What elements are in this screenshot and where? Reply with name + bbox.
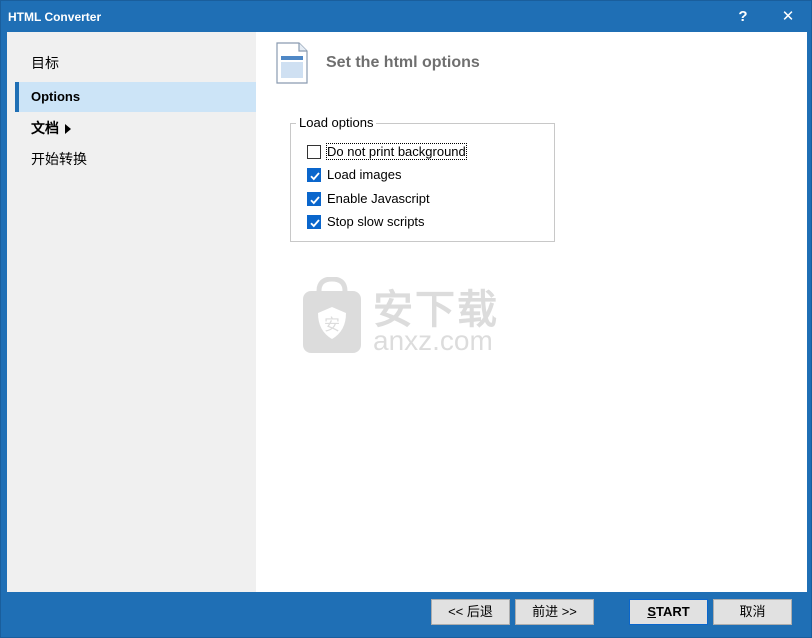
footer-bar: << 后退 前进 >> START 取消	[7, 592, 807, 633]
next-button[interactable]: 前进 >>	[515, 599, 594, 625]
title-bar: HTML Converter ? ✕	[1, 1, 811, 32]
sidebar-item-document[interactable]: 文档	[15, 113, 256, 143]
checkbox-checked-icon[interactable]	[307, 167, 321, 182]
document-page-icon	[276, 42, 308, 84]
sidebar-item-options[interactable]: Options	[15, 82, 256, 112]
cancel-button[interactable]: 取消	[713, 599, 792, 625]
sidebar-item-start-conversion[interactable]: 开始转换	[15, 144, 256, 174]
watermark: 安 安下载 anxz.com	[299, 276, 519, 357]
page-title: Set the html options	[326, 54, 480, 71]
sidebar-item-label: 文档	[31, 120, 59, 136]
chevron-right-icon	[65, 124, 71, 135]
checkbox-label: Load images	[327, 167, 402, 182]
sidebar-item-target[interactable]: 目标	[15, 48, 256, 78]
checkbox-load-images[interactable]: Load images	[307, 167, 401, 185]
app-window: HTML Converter ? ✕ 目标 Options 文档 开始转换 Se…	[0, 0, 812, 638]
start-mnemonic: S	[647, 604, 656, 619]
checkbox-enable-javascript[interactable]: Enable Javascript	[307, 191, 430, 209]
wizard-sidebar: 目标 Options 文档 开始转换	[7, 32, 256, 592]
sidebar-item-label: 目标	[31, 55, 59, 71]
sidebar-item-label: 开始转换	[31, 151, 87, 167]
watermark-text-en: anxz.com	[373, 325, 493, 356]
load-options-group: Load options Do not print background Loa…	[290, 115, 555, 242]
client-area: 目标 Options 文档 开始转换 Set the html options …	[7, 32, 807, 592]
main-content: Set the html options Load options Do not…	[256, 32, 807, 592]
checkbox-label: Enable Javascript	[327, 191, 430, 206]
start-button[interactable]: START	[629, 599, 708, 625]
checkbox-stop-slow-scripts[interactable]: Stop slow scripts	[307, 214, 425, 232]
group-legend: Load options	[296, 115, 377, 130]
sidebar-item-label: Options	[31, 89, 81, 104]
help-button[interactable]: ?	[728, 5, 758, 29]
checkbox-checked-icon[interactable]	[307, 191, 321, 206]
checkbox-checked-icon[interactable]	[307, 214, 321, 229]
window-title: HTML Converter	[8, 10, 102, 24]
checkbox-label: Do not print background	[326, 143, 467, 160]
checkbox-label: Stop slow scripts	[327, 214, 425, 229]
shield-bag-icon: 安	[303, 276, 361, 353]
checkbox-do-not-print-background[interactable]: Do not print background	[307, 143, 467, 162]
start-label-rest: TART	[655, 604, 690, 619]
close-button[interactable]: ✕	[773, 5, 803, 29]
back-button[interactable]: << 后退	[431, 599, 510, 625]
svg-text:安: 安	[324, 315, 340, 334]
checkbox-unchecked-icon[interactable]	[307, 144, 321, 159]
